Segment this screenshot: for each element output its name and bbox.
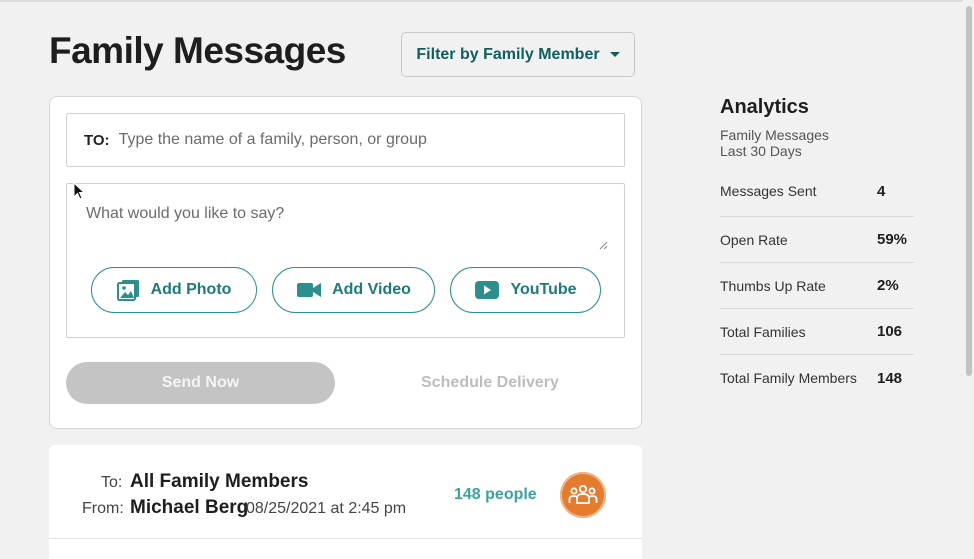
- add-photo-button[interactable]: Add Photo: [91, 267, 257, 313]
- analytics-subtitle-line1: Family Messages: [720, 127, 829, 143]
- message-timestamp: 08/25/2021 at 2:45 pm: [246, 500, 407, 517]
- analytics-label: Messages Sent: [720, 183, 817, 199]
- caret-down-icon: [609, 52, 620, 57]
- analytics-label: Total Families: [720, 323, 806, 340]
- analytics-value: 106: [877, 323, 903, 340]
- analytics-panel: Analytics Family Messages Last 30 Days M…: [720, 96, 914, 401]
- youtube-icon: [475, 281, 500, 299]
- send-now-button[interactable]: Send Now: [66, 362, 335, 404]
- add-video-label: Add Video: [332, 281, 411, 298]
- analytics-label: Open Rate: [720, 231, 788, 248]
- message-to-label: To:: [101, 474, 123, 491]
- analytics-value: 148: [877, 369, 903, 387]
- youtube-button[interactable]: YouTube: [450, 267, 601, 313]
- card-divider: [49, 538, 642, 539]
- page-title: Family Messages: [49, 30, 346, 71]
- analytics-label: Total Family Members: [720, 370, 857, 386]
- schedule-delivery-button[interactable]: Schedule Delivery: [410, 362, 570, 404]
- group-avatar: [560, 472, 606, 518]
- message-input[interactable]: [67, 184, 608, 252]
- to-label: TO:: [84, 131, 110, 149]
- add-video-button[interactable]: Add Video: [272, 267, 435, 313]
- message-composer: TO: Add Photo Add Video: [49, 96, 642, 429]
- analytics-row-total-families: Total Families 106: [720, 309, 914, 355]
- scrollbar-thumb[interactable]: [966, 6, 972, 376]
- group-people-icon: [568, 484, 598, 504]
- analytics-title: Analytics: [720, 96, 809, 118]
- youtube-label: YouTube: [510, 281, 577, 298]
- analytics-subtitle-line2: Last 30 Days: [720, 143, 802, 159]
- analytics-row-total-family-members: Total Family Members 148: [720, 355, 914, 401]
- message-recipient: All Family Members: [130, 471, 309, 492]
- analytics-row-open-rate: Open Rate 59%: [720, 217, 914, 263]
- recipient-input[interactable]: [118, 131, 589, 149]
- add-photo-label: Add Photo: [150, 281, 232, 298]
- analytics-label: Thumbs Up Rate: [720, 277, 826, 294]
- mouse-cursor-icon: [73, 182, 85, 200]
- analytics-row-messages-sent: Messages Sent 4: [720, 175, 914, 217]
- message-area: Add Photo Add Video YouTube: [66, 183, 625, 338]
- recipient-field[interactable]: TO:: [66, 113, 625, 167]
- filter-label: Filter by Family Member: [416, 45, 600, 63]
- video-camera-icon: [297, 283, 322, 297]
- photo-icon: [116, 280, 139, 301]
- recipient-count-link[interactable]: 148 people: [454, 486, 537, 504]
- message-sender: Michael Berg: [130, 497, 249, 518]
- analytics-value: 2%: [877, 277, 899, 294]
- top-border: [0, 0, 974, 2]
- message-from-label: From:: [82, 500, 124, 517]
- analytics-value: 4: [877, 183, 886, 200]
- analytics-row-thumbs-up-rate: Thumbs Up Rate 2%: [720, 263, 914, 309]
- filter-by-family-member-dropdown[interactable]: Filter by Family Member: [401, 32, 635, 77]
- analytics-table: Messages Sent 4 Open Rate 59% Thumbs Up …: [720, 175, 914, 401]
- analytics-subtitle: Family Messages Last 30 Days: [720, 127, 914, 159]
- analytics-value: 59%: [877, 231, 908, 248]
- sent-message-card[interactable]: To: All Family Members From: Michael Ber…: [49, 445, 642, 559]
- resize-handle-icon[interactable]: [598, 240, 608, 250]
